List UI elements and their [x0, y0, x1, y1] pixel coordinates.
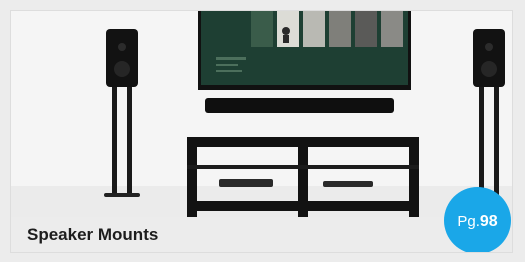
page-number-badge: Pg. 98	[444, 187, 511, 252]
caption-bar: Speaker Mounts	[11, 217, 481, 252]
product-photo	[11, 11, 512, 252]
card-title[interactable]: Speaker Mounts	[27, 225, 158, 245]
page-prefix: Pg.	[457, 213, 480, 230]
product-card[interactable]: Speaker Mounts Pg. 98	[11, 11, 512, 252]
page-number: 98	[479, 212, 498, 230]
tv	[198, 11, 411, 90]
soundbar	[205, 98, 394, 113]
